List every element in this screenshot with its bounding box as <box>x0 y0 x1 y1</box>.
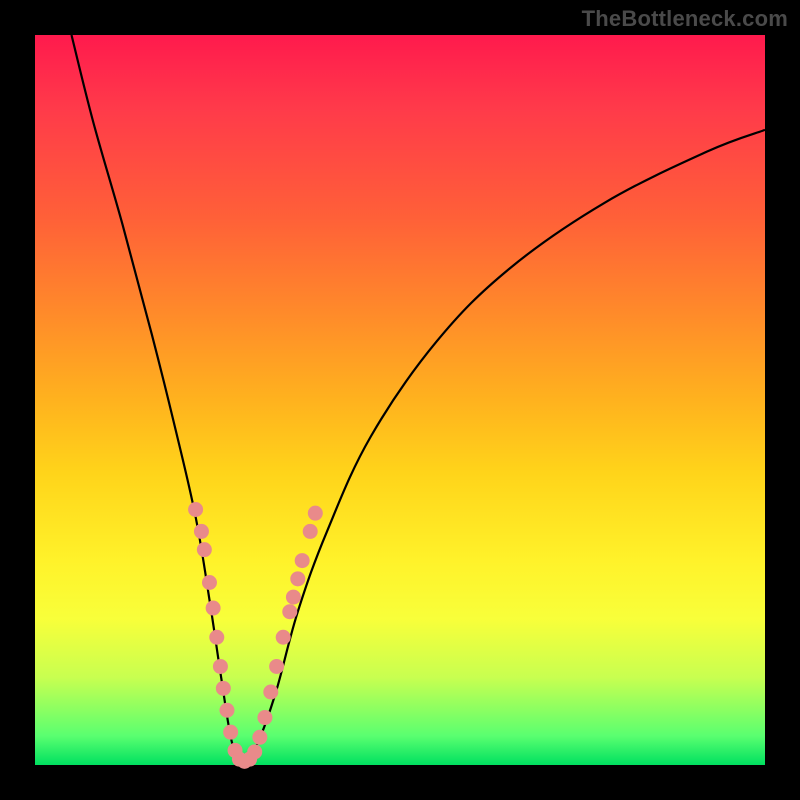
marker-dot <box>263 685 278 700</box>
marker-dot <box>216 681 231 696</box>
marker-dot <box>286 590 301 605</box>
marker-dot <box>206 601 221 616</box>
marker-dot <box>276 630 291 645</box>
marker-dot <box>308 506 323 521</box>
marker-dot <box>202 575 217 590</box>
marker-dot <box>252 730 267 745</box>
plot-area <box>35 35 765 765</box>
marker-dot <box>209 630 224 645</box>
marker-dot <box>188 502 203 517</box>
marker-dot <box>194 524 209 539</box>
marker-dot <box>303 524 318 539</box>
watermark-text: TheBottleneck.com <box>582 6 788 32</box>
marker-dot <box>290 571 305 586</box>
marker-dot <box>257 710 272 725</box>
marker-dot <box>247 744 262 759</box>
chart-frame: TheBottleneck.com <box>0 0 800 800</box>
marker-dot <box>295 553 310 568</box>
marker-dot <box>269 659 284 674</box>
bottleneck-curve <box>72 35 766 765</box>
marker-dot <box>213 659 228 674</box>
marker-dot <box>282 604 297 619</box>
marker-dot <box>197 542 212 557</box>
curve-layer <box>35 35 765 765</box>
marker-dot <box>219 703 234 718</box>
highlight-dots <box>188 502 323 769</box>
marker-dot <box>223 725 238 740</box>
